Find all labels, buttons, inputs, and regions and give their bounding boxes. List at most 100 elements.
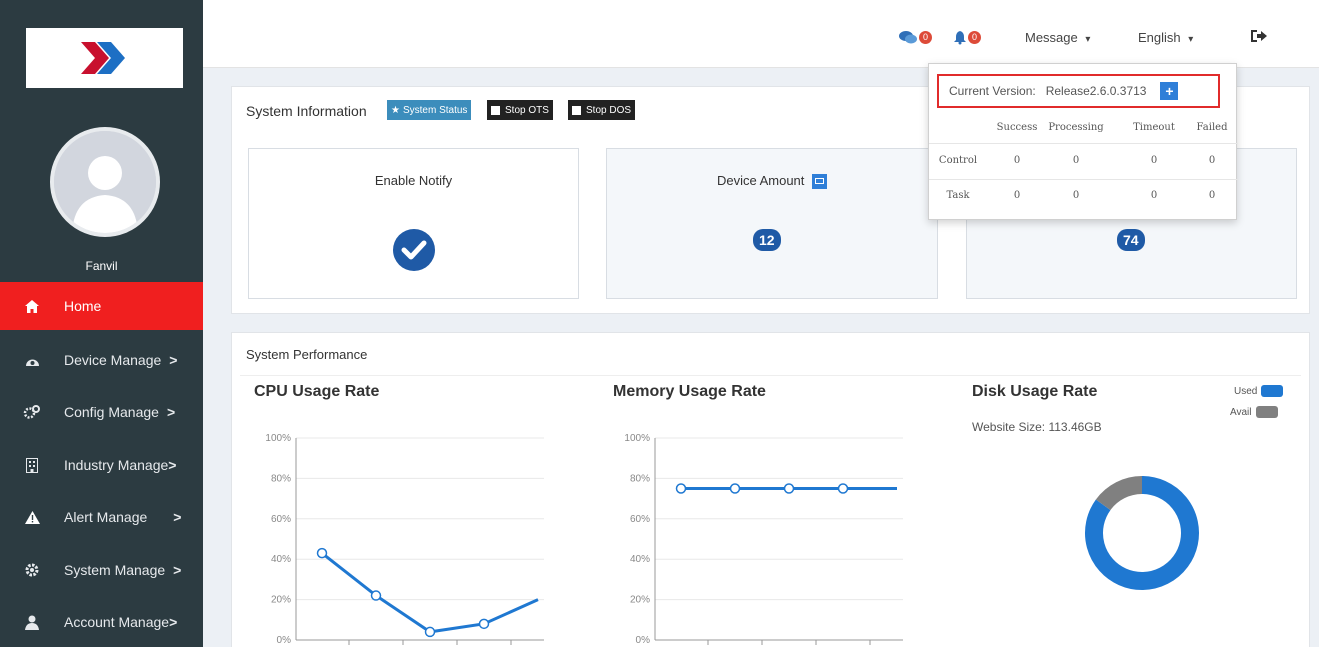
col-success: Success (996, 122, 1038, 133)
row-name: Control (938, 155, 978, 166)
data-point[interactable] (783, 483, 795, 494)
donut-slice-avail[interactable] (1095, 476, 1143, 511)
divider (929, 143, 1238, 144)
legend-swatch (1255, 406, 1278, 418)
stop-ots-label: Stop OTS (505, 104, 549, 116)
legend-used[interactable]: Used (1234, 385, 1284, 397)
sidebar-item-label: Account Manage (64, 614, 170, 630)
y-tick-label: 40% (271, 554, 291, 565)
y-tick-label: 0% (636, 635, 651, 646)
check-circle-icon[interactable] (391, 227, 437, 273)
message-dropdown: Current Version: Release2.6.0.3713 + Suc… (928, 63, 1238, 220)
comments-button[interactable]: 0 (899, 31, 932, 44)
chevron-right-icon: > (166, 404, 176, 420)
sidebar-item-account-manage[interactable]: Account Manage > (0, 600, 203, 644)
sidebar-item-industry-manage[interactable]: Industry Manage > (0, 443, 203, 487)
cell: 0 (1150, 190, 1158, 201)
divider (240, 375, 1301, 376)
avatar[interactable] (50, 127, 160, 237)
warning-icon (22, 510, 42, 524)
status-table-header: Success Processing Timeout Failed (929, 122, 1238, 136)
disk-chart-title: Disk Usage Rate (972, 383, 1098, 400)
memory-usage-chart: 100% 80% 60% 40% 20% 0% (624, 433, 903, 646)
device-amount-header: Device Amount (607, 173, 937, 190)
cell: 0 (1150, 155, 1158, 166)
sidebar-item-device-manage[interactable]: Device Manage > (0, 338, 203, 382)
sidebar-item-label: Alert Manage (64, 509, 148, 525)
col-failed: Failed (1196, 122, 1228, 133)
star-icon: ★ (391, 104, 400, 116)
sign-out-icon (1251, 30, 1267, 42)
caret-down-icon: ▾ (1085, 34, 1091, 45)
system-information-title: System Information (246, 103, 367, 119)
legend-avail[interactable]: Avail (1230, 406, 1278, 418)
chevron-right-icon: > (173, 562, 182, 578)
website-size-label: Website Size: 113.46GB (972, 420, 1102, 434)
chevron-right-icon: > (169, 352, 178, 368)
data-point[interactable] (316, 547, 328, 559)
cpu-chart-title: CPU Usage Rate (254, 383, 380, 400)
y-tick-label: 100% (265, 433, 291, 444)
data-point[interactable] (837, 483, 849, 494)
y-tick-label: 60% (271, 514, 291, 525)
stop-dos-button[interactable]: Stop DOS (568, 100, 636, 120)
data-point[interactable] (370, 590, 382, 601)
system-status-button[interactable]: ★ System Status (387, 100, 472, 120)
y-tick-label: 80% (630, 473, 650, 484)
device-amount-badge[interactable]: 12 (753, 229, 781, 251)
language-dropdown-toggle[interactable]: English ▾ (1138, 30, 1193, 45)
cogs-icon (22, 405, 42, 419)
chevron-right-icon: > (169, 614, 178, 630)
sidebar-item-alert-manage[interactable]: Alert Manage > (0, 495, 203, 539)
y-tick-label: 20% (271, 595, 291, 606)
system-status-label: System Status (402, 104, 468, 116)
data-point[interactable] (424, 626, 436, 638)
checkbox-icon (572, 105, 581, 115)
y-tick-label: 0% (277, 635, 292, 646)
y-tick-label: 80% (271, 473, 291, 484)
sidebar-item-label: Config Manage (64, 404, 159, 420)
y-tick-label: 100% (624, 433, 650, 444)
users-icon (22, 615, 42, 630)
chevron-right-icon: > (173, 509, 182, 525)
stop-ots-button[interactable]: Stop OTS (487, 100, 553, 120)
data-point[interactable] (478, 618, 490, 630)
caret-down-icon: ▾ (1188, 34, 1194, 45)
disk-usage-donut (1085, 476, 1199, 590)
language-label: English (1138, 30, 1181, 45)
table-row-control: Control 0 0 0 0 (929, 155, 1238, 169)
cell: 0 (1013, 155, 1021, 166)
data-point[interactable] (729, 483, 741, 494)
dashboard-icon (22, 354, 42, 367)
sidebar-item-home[interactable]: Home (0, 282, 203, 330)
current-version-box: Current Version: Release2.6.0.3713 + (937, 74, 1220, 108)
logo[interactable] (26, 28, 183, 88)
cell: 0 (1013, 190, 1021, 201)
device-list-icon[interactable] (812, 174, 828, 190)
comments-count-badge: 0 (919, 31, 932, 44)
memory-chart-title: Memory Usage Rate (613, 383, 766, 400)
message-dropdown-toggle[interactable]: Message ▾ (1025, 30, 1090, 45)
comments-icon (899, 31, 917, 44)
device-amount-label: Device Amount (716, 173, 805, 188)
gear-icon (22, 563, 42, 577)
notifications-button[interactable]: 0 (954, 31, 981, 45)
sidebar-item-label: Industry Manage (64, 457, 169, 473)
third-stat-badge[interactable]: 74 (1117, 229, 1145, 251)
sidebar-item-system-manage[interactable]: System Manage > (0, 548, 203, 592)
upgrade-plus-button[interactable]: + (1160, 82, 1179, 100)
chevron-right-icon: > (168, 457, 177, 473)
logout-button[interactable] (1251, 29, 1267, 43)
legend-label: Used (1234, 385, 1258, 397)
alerts-count-badge: 0 (968, 31, 981, 44)
series-line (321, 551, 539, 634)
fanvil-logo-icon (80, 42, 125, 74)
sidebar-item-config-manage[interactable]: Config Manage > (0, 390, 203, 434)
enable-notify-label: Enable Notify (374, 173, 453, 188)
home-icon (22, 299, 42, 313)
cpu-usage-chart: 100% 80% 60% 40% 20% 0% (265, 433, 544, 646)
data-point[interactable] (675, 483, 687, 494)
sidebar-item-label: Home (64, 298, 102, 314)
sidebar: Fanvil Home Device Manage > Config Manag… (0, 0, 203, 647)
device-amount-box: Device Amount 12 (606, 148, 938, 299)
